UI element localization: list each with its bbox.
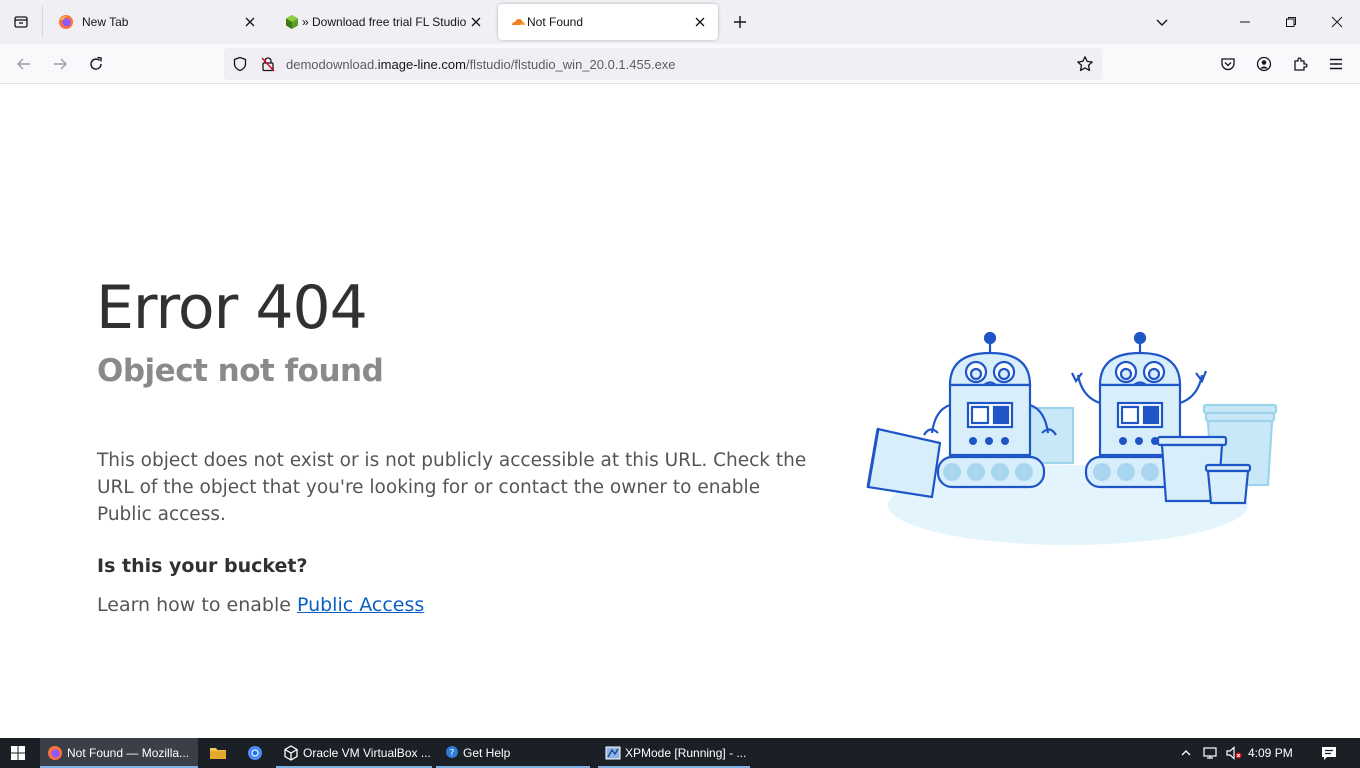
tab-title: Not Found	[527, 15, 584, 29]
plus-icon	[734, 16, 746, 28]
tab-title: New Tab	[82, 15, 129, 29]
tab-title: » Download free trial FL Studio	[302, 15, 466, 29]
svg-text:?: ?	[450, 749, 455, 759]
reload-icon	[90, 56, 102, 70]
minimize-button[interactable]	[1222, 0, 1268, 44]
close-icon	[1331, 16, 1343, 28]
tab-list-icon	[14, 16, 28, 28]
arrow-right-icon	[54, 58, 67, 70]
tab-overflow-button[interactable]	[1150, 10, 1174, 34]
windows-taskbar: Not Found — Mozilla... Oracle VM Virtual…	[0, 738, 1360, 768]
tab-not-found[interactable]: Not Found	[498, 4, 718, 40]
windows-logo-icon	[11, 746, 25, 760]
help-icon: ?	[446, 746, 458, 759]
close-window-button[interactable]	[1314, 0, 1360, 44]
new-tab-button[interactable]	[728, 10, 752, 34]
vm-window-icon	[605, 746, 621, 760]
chevron-down-icon	[1156, 19, 1168, 26]
firefox-icon	[59, 15, 73, 29]
page-content: Error 404 Object not found This object d…	[0, 85, 1360, 738]
bookmark-star-icon[interactable]	[1076, 55, 1094, 73]
restore-button[interactable]	[1268, 0, 1314, 44]
taskbar-item-firefox[interactable]: Not Found — Mozilla...	[40, 738, 198, 768]
taskbar-chrome[interactable]	[237, 738, 273, 768]
taskbar-item-get-help[interactable]: ? Get Help	[436, 738, 590, 768]
tracking-protection-shield-icon[interactable]	[232, 56, 248, 72]
tab-fl-studio[interactable]: » Download free trial FL Studio	[272, 4, 494, 40]
close-tab-button[interactable]	[690, 12, 710, 32]
restore-icon	[1286, 17, 1296, 27]
url-path: /flstudio/flstudio_win_20.0.1.455.exe	[465, 57, 676, 72]
reload-button[interactable]	[82, 50, 110, 78]
error-description: This object does not exist or is not pub…	[97, 450, 807, 525]
url-domain: image-line.com	[377, 57, 466, 72]
hamburger-menu-icon	[1330, 58, 1342, 70]
close-tab-button[interactable]	[466, 12, 486, 32]
close-icon	[695, 17, 705, 27]
bucket-help-prefix: Learn how to enable	[97, 594, 297, 616]
bucket-heading: Is this your bucket?	[97, 555, 308, 577]
virtualbox-icon	[284, 745, 298, 761]
url-text[interactable]: demodownload.image-line.com/flstudio/fls…	[286, 57, 676, 72]
system-clock[interactable]: 4:09 PM	[1248, 746, 1293, 760]
folder-icon	[210, 748, 226, 759]
sad-robots-illustration	[866, 331, 1278, 545]
network-status-button[interactable]	[1198, 738, 1222, 768]
taskbar-item-xpmode[interactable]: XPMode [Running] - ...	[598, 738, 750, 768]
page-title: Error 404	[96, 273, 368, 343]
account-icon	[1256, 56, 1272, 72]
list-all-tabs-button[interactable]	[0, 0, 42, 44]
page-subtitle: Object not found	[97, 353, 384, 389]
chrome-icon	[248, 746, 262, 760]
close-icon	[245, 17, 255, 27]
close-tab-button[interactable]	[240, 12, 260, 32]
notification-icon	[1322, 747, 1336, 760]
taskbar-item-label: Not Found — Mozilla...	[67, 746, 190, 760]
pocket-icon	[1221, 58, 1235, 71]
puzzle-icon	[1294, 57, 1308, 71]
tab-new-tab[interactable]: New Tab	[46, 4, 268, 40]
show-hidden-icons-button[interactable]	[1176, 738, 1196, 768]
public-access-link[interactable]: Public Access	[297, 594, 424, 616]
pocket-button[interactable]	[1214, 50, 1242, 78]
close-icon	[471, 17, 481, 27]
taskbar-file-explorer[interactable]	[200, 738, 236, 768]
firefox-icon	[48, 746, 62, 760]
extensions-button[interactable]	[1286, 50, 1314, 78]
taskbar-item-label: Get Help	[463, 746, 511, 760]
arrow-left-icon	[17, 58, 30, 70]
back-button[interactable]	[10, 50, 38, 78]
url-subdomain: demodownload.	[286, 57, 378, 72]
address-bar[interactable]: demodownload.image-line.com/flstudio/fls…	[224, 48, 1102, 80]
cloudflare-icon	[512, 19, 525, 25]
action-center-button[interactable]	[1314, 738, 1344, 768]
tab-separator	[42, 6, 43, 38]
taskbar-item-label: XPMode [Running] - ...	[625, 746, 747, 760]
taskbar-item-virtualbox[interactable]: Oracle VM VirtualBox ...	[276, 738, 432, 768]
tab-strip: New Tab » Download free trial FL Studio …	[0, 0, 1360, 44]
insecure-lock-icon[interactable]	[260, 56, 276, 72]
minimize-icon	[1240, 21, 1250, 23]
start-button[interactable]	[0, 738, 36, 768]
network-icon	[1203, 747, 1217, 759]
volume-muted-icon	[1226, 746, 1242, 760]
forward-button[interactable]	[46, 50, 74, 78]
app-menu-button[interactable]	[1322, 50, 1350, 78]
account-button[interactable]	[1250, 50, 1278, 78]
volume-button[interactable]	[1222, 738, 1246, 768]
chevron-up-icon	[1181, 750, 1191, 756]
taskbar-item-label: Oracle VM VirtualBox ...	[303, 746, 431, 760]
fl-studio-icon	[286, 15, 298, 29]
bucket-help-text: Learn how to enable Public Access	[97, 594, 424, 616]
navigation-toolbar: demodownload.image-line.com/flstudio/fls…	[0, 44, 1360, 84]
